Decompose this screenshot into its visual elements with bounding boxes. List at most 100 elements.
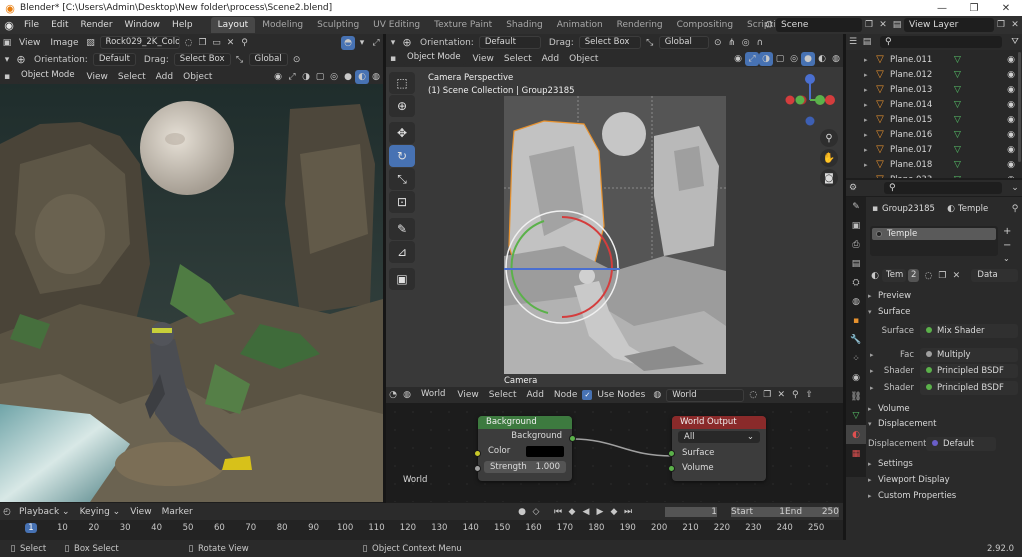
filter-icon[interactable]: ⛛ — [1008, 35, 1022, 49]
cam-pivot-icon[interactable]: ⊙ — [711, 36, 725, 50]
pivot-icon[interactable]: ⊙ — [290, 53, 304, 67]
view-layer-selector[interactable]: ▤ View Layer ❐ ✕ — [890, 17, 1022, 32]
transform-tool-icon[interactable]: ⊡ — [389, 191, 415, 213]
node-editor-canvas[interactable]: Background Background Color Strength 1.0… — [386, 403, 843, 502]
cam-xray-icon[interactable]: ▢ — [773, 52, 787, 66]
cam-mode-dropdown[interactable]: Object Mode — [402, 52, 466, 65]
visibility-eye-icon[interactable]: ◉ — [1007, 85, 1015, 95]
visibility-eye-icon[interactable]: ◉ — [1007, 55, 1015, 65]
link-dropdown[interactable]: Data — [971, 269, 1018, 282]
camera-viewport[interactable]: Camera Perspective (1) Scene Collection … — [386, 67, 843, 387]
start-frame-field[interactable]: Start 1 — [731, 506, 785, 517]
outliner-item[interactable]: ▸ ▽ Plane.015 ▽ ◉ — [846, 112, 1022, 127]
settings-section[interactable]: ▸ Settings — [868, 456, 1022, 471]
left-add-menu[interactable]: Add — [151, 72, 178, 82]
tab-compositing[interactable]: Compositing — [670, 17, 740, 33]
tab-shading[interactable]: Shading — [499, 17, 550, 33]
chevron-right-icon[interactable]: ▸ — [870, 384, 880, 392]
tab-rendering[interactable]: Rendering — [610, 17, 670, 33]
keying-menu[interactable]: Keying ⌄ — [75, 507, 126, 517]
visibility-eye-icon[interactable]: ◉ — [1007, 70, 1015, 80]
timeline-editor-icon[interactable]: ◴ — [0, 505, 14, 519]
pin-icon[interactable]: ⚲ — [238, 36, 252, 50]
delete-view-layer-icon[interactable]: ✕ — [1008, 18, 1022, 32]
visibility-eye-icon[interactable]: ◉ — [1007, 115, 1015, 125]
volume-section[interactable]: ▸ Volume — [868, 401, 1022, 416]
image-browse-icon[interactable]: ▧ — [84, 36, 98, 50]
displacement-field[interactable]: Default — [926, 436, 996, 451]
scene-selector[interactable]: ⛭ Scene ❐ ✕ — [762, 17, 890, 32]
xray-icon[interactable]: ▢ — [313, 70, 327, 84]
custom-properties-section[interactable]: ▸ Custom Properties — [868, 488, 1022, 503]
chevron-right-icon[interactable]: ▸ — [870, 367, 880, 375]
minimize-icon[interactable]: — — [926, 0, 958, 16]
view-layer-tab-icon[interactable]: ▤ — [846, 254, 866, 273]
scene-name[interactable]: Scene — [776, 17, 862, 32]
new-scene-icon[interactable]: ❐ — [862, 18, 876, 32]
snap-icon[interactable]: ⋔ — [725, 36, 739, 50]
cam-wireframe-icon[interactable]: ◎ — [787, 52, 801, 66]
solid-shading-icon[interactable]: ● — [341, 70, 355, 84]
rendered-shading-icon[interactable]: ◍ — [369, 70, 383, 84]
move-tool-icon[interactable]: ✥ — [389, 122, 415, 144]
props-pin-icon[interactable]: ⚲ — [1008, 202, 1022, 216]
outliner-editor-icon[interactable]: ☰ — [846, 35, 860, 49]
image-new-icon[interactable]: ❐ — [196, 36, 210, 50]
expand-arrow-icon[interactable]: ▸ — [864, 161, 874, 169]
world-name-field[interactable]: World — [666, 388, 745, 402]
material-browse-icon[interactable]: ◐ — [868, 269, 882, 283]
use-nodes-checkbox[interactable]: ✓ — [582, 390, 593, 400]
outliner-item[interactable]: ▸ ▽ Plane.014 ▽ ◉ — [846, 97, 1022, 112]
surface-input-socket[interactable] — [668, 450, 675, 457]
world-fake-user-icon[interactable]: ◌ — [746, 388, 760, 402]
tab-animation[interactable]: Animation — [550, 17, 610, 33]
material-users-count[interactable]: 2 — [908, 269, 920, 282]
cam-gizmo-icon[interactable]: ⤢ — [745, 51, 759, 66]
shader1-field[interactable]: Principled BSDF — [920, 363, 1018, 378]
material-new-icon[interactable]: ❐ — [935, 269, 949, 283]
proportional-icon[interactable]: ◎ — [739, 36, 753, 50]
keyframe-icon[interactable]: ◇ — [529, 505, 543, 519]
scale-tool-icon[interactable]: ⤡ — [389, 168, 415, 190]
cam-drag-dropdown[interactable]: Select Box — [578, 36, 641, 49]
outliner-item[interactable]: ▸ ▽ Plane.018 ▽ ◉ — [846, 157, 1022, 172]
cam-visibility-icon[interactable]: ◉ — [731, 52, 745, 66]
world-output-node[interactable]: World Output All ⌄ Surface Volume — [668, 416, 766, 481]
data-tab-icon[interactable]: ▽ — [846, 406, 866, 425]
world-tab-icon[interactable]: ◍ — [846, 292, 866, 311]
remove-slot-icon[interactable]: − — [1003, 240, 1011, 251]
outliner-item[interactable]: ▸ ▽ Plane.012 ▽ ◉ — [846, 67, 1022, 82]
shader-type-dropdown[interactable]: World — [416, 388, 451, 402]
outliner-search-input[interactable]: ⚲ — [880, 36, 1002, 48]
node-view-menu[interactable]: View — [452, 390, 483, 400]
physics-tab-icon[interactable]: ◉ — [846, 368, 866, 387]
visibility-eye-icon[interactable]: ◉ — [1007, 160, 1015, 170]
rotate-gizmo[interactable] — [504, 209, 624, 329]
timeline-view-menu[interactable]: View — [125, 507, 156, 517]
cam-rendered-icon[interactable]: ◍ — [829, 52, 843, 66]
outliner-item[interactable]: ▸ ▽ Plane.017 ▽ ◉ — [846, 142, 1022, 157]
volume-input-socket[interactable] — [668, 465, 675, 472]
annotate-tool-icon[interactable]: ✎ — [389, 218, 415, 240]
display-mode-icon[interactable]: ▤ — [860, 35, 874, 49]
drag-dropdown[interactable]: Select Box — [173, 53, 231, 66]
material-shading-icon[interactable]: ◐ — [355, 69, 369, 84]
image-fake-user-icon[interactable]: ◌ — [182, 36, 196, 50]
visibility-icon[interactable]: ◉ — [271, 70, 285, 84]
output-tab-icon[interactable]: ⎙ — [846, 235, 866, 254]
editor-type-icon[interactable]: ▣ — [0, 36, 14, 50]
cam-orientation-gizmo-icon[interactable]: ⊕ — [400, 36, 414, 50]
jump-start-icon[interactable]: ⏮ — [551, 505, 565, 519]
left-mode-dropdown[interactable]: Object Mode — [16, 70, 80, 83]
play-icon[interactable]: ▶ — [593, 505, 607, 519]
material-datablock-name[interactable]: Tem — [882, 269, 906, 282]
pan-hand-icon[interactable]: ✋ — [820, 149, 838, 167]
display-channels-icon[interactable]: ▾ — [355, 36, 369, 50]
image-view-menu[interactable]: View — [14, 38, 45, 48]
displacement-section[interactable]: ▾ Displacement — [868, 416, 1022, 431]
left-object-menu[interactable]: Object — [178, 72, 217, 82]
surface-section[interactable]: ▾ Surface — [868, 304, 1022, 319]
object-tab-icon[interactable]: ▪ — [846, 311, 866, 330]
cam-add-menu[interactable]: Add — [537, 54, 564, 64]
tab-uv-editing[interactable]: UV Editing — [366, 17, 427, 33]
